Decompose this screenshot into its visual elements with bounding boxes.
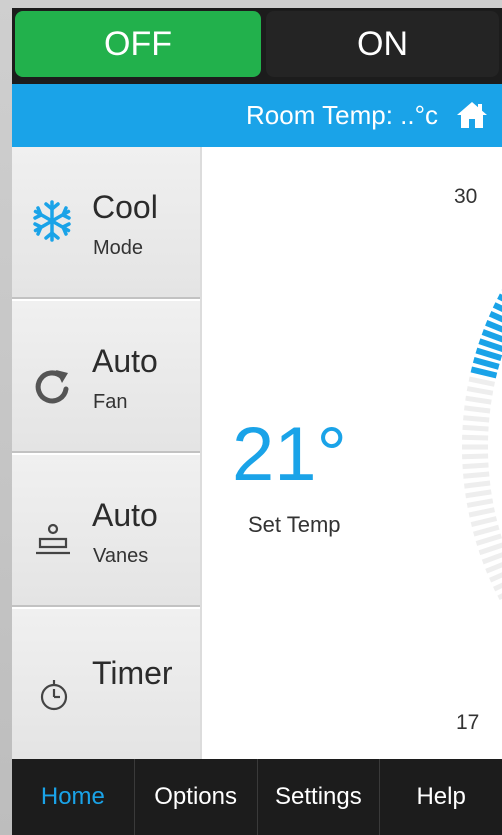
dial-tick xyxy=(468,507,496,518)
tab-home[interactable]: Home xyxy=(12,759,135,835)
dial-tick-active xyxy=(475,347,502,361)
thermostat-app: OFF ON Room Temp: ..°c Cool Mode Auto Fa… xyxy=(12,8,502,835)
tab-help[interactable]: Help xyxy=(380,759,502,835)
bottom-nav: Home Options Settings Help xyxy=(12,759,502,835)
home-icon[interactable] xyxy=(456,100,488,130)
timer-button[interactable]: Timer xyxy=(12,609,200,761)
off-button[interactable]: OFF xyxy=(15,11,261,77)
dial-tick xyxy=(462,453,489,460)
vanes-icon xyxy=(36,523,70,555)
dial-tick xyxy=(462,434,489,441)
dial-tick xyxy=(462,462,489,470)
mode-value: Cool xyxy=(92,189,158,225)
dial-tick xyxy=(475,533,502,546)
vanes-label: Vanes xyxy=(93,545,149,567)
mode-label: Mode xyxy=(93,237,144,259)
dial-tick xyxy=(465,489,492,499)
temperature-panel: 30 17 21° Set Temp xyxy=(202,147,502,759)
set-temp-label: Set Temp xyxy=(248,512,341,537)
status-bar: Room Temp: ..°c xyxy=(12,84,502,147)
fan-rotate-icon xyxy=(35,370,69,404)
dial-max-label: 30 xyxy=(454,185,478,208)
set-temp-value: 21° xyxy=(232,412,347,497)
dial-tick-active xyxy=(472,357,500,370)
dial-tick xyxy=(481,552,502,565)
dial-tick-active xyxy=(481,329,502,343)
dial-min-label: 17 xyxy=(456,711,480,734)
fan-value: Auto xyxy=(92,343,158,379)
dial-tick xyxy=(485,562,502,574)
vanes-value: Auto xyxy=(92,497,158,533)
fan-label: Fan xyxy=(93,391,128,413)
dial-tick xyxy=(468,376,496,387)
dial-tick xyxy=(466,386,494,396)
tab-settings[interactable]: Settings xyxy=(258,759,381,835)
dial-tick xyxy=(464,405,491,414)
dial-tick-active xyxy=(470,366,498,379)
timer-icon xyxy=(40,680,68,711)
timer-label: Timer xyxy=(92,655,173,691)
dial-tick xyxy=(463,415,490,423)
dial-tick-active xyxy=(478,338,502,352)
dial-tick xyxy=(470,516,498,528)
on-button[interactable]: ON xyxy=(266,11,499,77)
room-temp-text: Room Temp: ..°c xyxy=(246,100,438,130)
dial-tick xyxy=(463,471,490,479)
dial-tick xyxy=(473,524,500,537)
vanes-button[interactable]: Auto Vanes xyxy=(12,455,200,607)
mode-button[interactable]: Cool Mode xyxy=(12,147,200,299)
dial-tick xyxy=(465,395,492,405)
dial-tick xyxy=(466,498,494,508)
tab-options[interactable]: Options xyxy=(135,759,258,835)
dial-tick xyxy=(464,480,491,489)
dial-tick xyxy=(478,542,502,556)
sidebar: Cool Mode Auto Fan Auto Vanes Timer xyxy=(12,147,200,761)
power-toggle: OFF ON xyxy=(12,8,502,84)
fan-button[interactable]: Auto Fan xyxy=(12,301,200,453)
dial-tick xyxy=(462,424,489,432)
snowflake-icon xyxy=(33,200,71,242)
